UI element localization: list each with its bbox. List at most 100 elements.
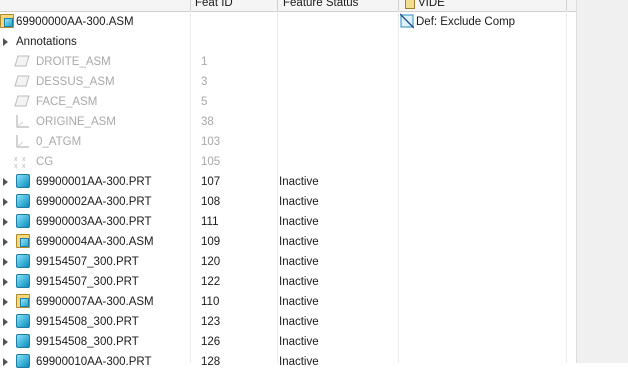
column-divider[interactable]: [190, 0, 191, 11]
feat-id-cell: 108: [201, 196, 221, 208]
feature-status-column-header[interactable]: Feature Status: [283, 0, 358, 11]
feature-status-cell: Inactive: [279, 216, 319, 228]
datum-row[interactable]: DESSUS_ASM 3: [0, 72, 576, 92]
vide-value: Def: Exclude Comp: [416, 16, 516, 28]
component-label: 69900001AA-300.PRT: [36, 176, 152, 188]
annotations-label: Annotations: [16, 36, 77, 48]
feature-status-cell: Inactive: [279, 236, 319, 248]
expand-arrow-icon[interactable]: [3, 218, 8, 226]
component-row[interactable]: 69900004AA-300.ASM 109 Inactive: [0, 232, 576, 252]
component-row[interactable]: 69900002AA-300.PRT 108 Inactive: [0, 192, 576, 212]
feature-status-cell: Inactive: [279, 256, 319, 268]
feature-status-cell: Inactive: [279, 316, 319, 328]
feature-label: ORIGINE_ASM: [36, 116, 116, 128]
expand-arrow-icon[interactable]: [3, 198, 8, 206]
expand-arrow-icon[interactable]: [3, 38, 8, 46]
feature-label: DESSUS_ASM: [36, 76, 115, 88]
column-divider[interactable]: [398, 0, 399, 11]
column-divider[interactable]: [277, 0, 278, 11]
parameter-icon: [405, 0, 415, 9]
expand-arrow-icon[interactable]: [3, 338, 8, 346]
feat-id-cell: 111: [201, 216, 219, 228]
root-assembly-label: 69900000AA-300.ASM: [16, 16, 134, 28]
tree-root-row[interactable]: 69900000AA-300.ASM Def: Exclude Comp: [0, 12, 576, 32]
svg-text:x: x: [22, 156, 26, 163]
part-icon: [16, 314, 30, 328]
feature-status-cell: Inactive: [279, 176, 319, 188]
feat-id-cell: 123: [201, 316, 221, 328]
part-icon: [16, 214, 30, 228]
datum-plane-icon: [14, 75, 30, 87]
component-label: 99154507_300.PRT: [36, 256, 139, 268]
feature-label: FACE_ASM: [36, 96, 98, 108]
side-panel: [576, 0, 628, 363]
expand-arrow-icon[interactable]: [3, 358, 8, 366]
svg-text:x: x: [22, 163, 26, 170]
feature-label: 0_ATGM: [36, 136, 82, 148]
part-icon: [16, 194, 30, 208]
part-icon: [16, 274, 30, 288]
vide-column-header[interactable]: VIDE: [418, 0, 445, 11]
assembly-icon: [16, 234, 30, 248]
coordinate-system-icon: [16, 135, 29, 148]
expand-arrow-icon[interactable]: [3, 258, 8, 266]
component-row[interactable]: 69900001AA-300.PRT 107 Inactive: [0, 172, 576, 192]
column-divider[interactable]: [566, 0, 567, 11]
annotations-row[interactable]: Annotations: [0, 32, 576, 52]
feature-status-cell: Inactive: [279, 276, 319, 288]
feat-id-cell: 5: [201, 96, 208, 108]
datum-row[interactable]: DROITE_ASM 1: [0, 52, 576, 72]
datum-row[interactable]: x x x x CG 105: [0, 152, 576, 172]
feature-status-cell: Inactive: [279, 336, 319, 348]
svg-text:x: x: [14, 156, 18, 163]
point-icon: x xx x: [14, 156, 26, 170]
coordinate-system-icon: [16, 115, 29, 128]
datum-row[interactable]: FACE_ASM 5: [0, 92, 576, 112]
column-header: Feat ID Feature Status VIDE: [0, 0, 576, 12]
component-label: 99154508_300.PRT: [36, 336, 139, 348]
svg-text:x: x: [14, 163, 18, 170]
component-row[interactable]: 69900003AA-300.PRT 111 Inactive: [0, 212, 576, 232]
expand-arrow-icon[interactable]: [3, 278, 8, 286]
exclude-component-icon: [400, 13, 414, 29]
datum-row[interactable]: ORIGINE_ASM 38: [0, 112, 576, 132]
component-row[interactable]: 69900010AA-300.PRT 128 Inactive: [0, 352, 576, 372]
assembly-icon: [16, 294, 30, 308]
feat-id-cell: 103: [201, 136, 221, 148]
feature-status-cell: Inactive: [279, 196, 319, 208]
feature-status-cell: Inactive: [279, 296, 319, 308]
expand-arrow-icon[interactable]: [3, 298, 8, 306]
expand-arrow-icon[interactable]: [3, 238, 8, 246]
component-row[interactable]: 99154508_300.PRT 126 Inactive: [0, 332, 576, 352]
component-label: 99154507_300.PRT: [36, 276, 139, 288]
feat-id-cell: 1: [201, 56, 208, 68]
expand-arrow-icon[interactable]: [3, 318, 8, 326]
component-row[interactable]: 99154507_300.PRT 120 Inactive: [0, 252, 576, 272]
expand-arrow-icon[interactable]: [3, 178, 8, 186]
part-icon: [16, 354, 30, 368]
component-label: 69900002AA-300.PRT: [36, 196, 152, 208]
feat-id-cell: 109: [201, 236, 221, 248]
component-label: 69900003AA-300.PRT: [36, 216, 152, 228]
part-icon: [16, 334, 30, 348]
feat-id-cell: 3: [201, 76, 208, 88]
feat-id-column-header[interactable]: Feat ID: [195, 0, 233, 11]
component-row[interactable]: 99154507_300.PRT 122 Inactive: [0, 272, 576, 292]
feat-id-cell: 105: [201, 156, 221, 168]
component-label: 99154508_300.PRT: [36, 316, 139, 328]
feature-label: CG: [36, 156, 54, 168]
feat-id-cell: 128: [201, 356, 221, 368]
assembly-icon: [0, 14, 14, 28]
feat-id-cell: 120: [201, 256, 221, 268]
datum-plane-icon: [14, 95, 30, 107]
part-icon: [16, 174, 30, 188]
feature-label: DROITE_ASM: [36, 56, 111, 68]
datum-row[interactable]: 0_ATGM 103: [0, 132, 576, 152]
feature-status-cell: Inactive: [279, 356, 319, 368]
component-row[interactable]: 99154508_300.PRT 123 Inactive: [0, 312, 576, 332]
component-label: 69900004AA-300.ASM: [36, 236, 154, 248]
part-icon: [16, 254, 30, 268]
component-label: 69900007AA-300.ASM: [36, 296, 154, 308]
component-row[interactable]: 69900007AA-300.ASM 110 Inactive: [0, 292, 576, 312]
feat-id-cell: 38: [201, 116, 214, 128]
